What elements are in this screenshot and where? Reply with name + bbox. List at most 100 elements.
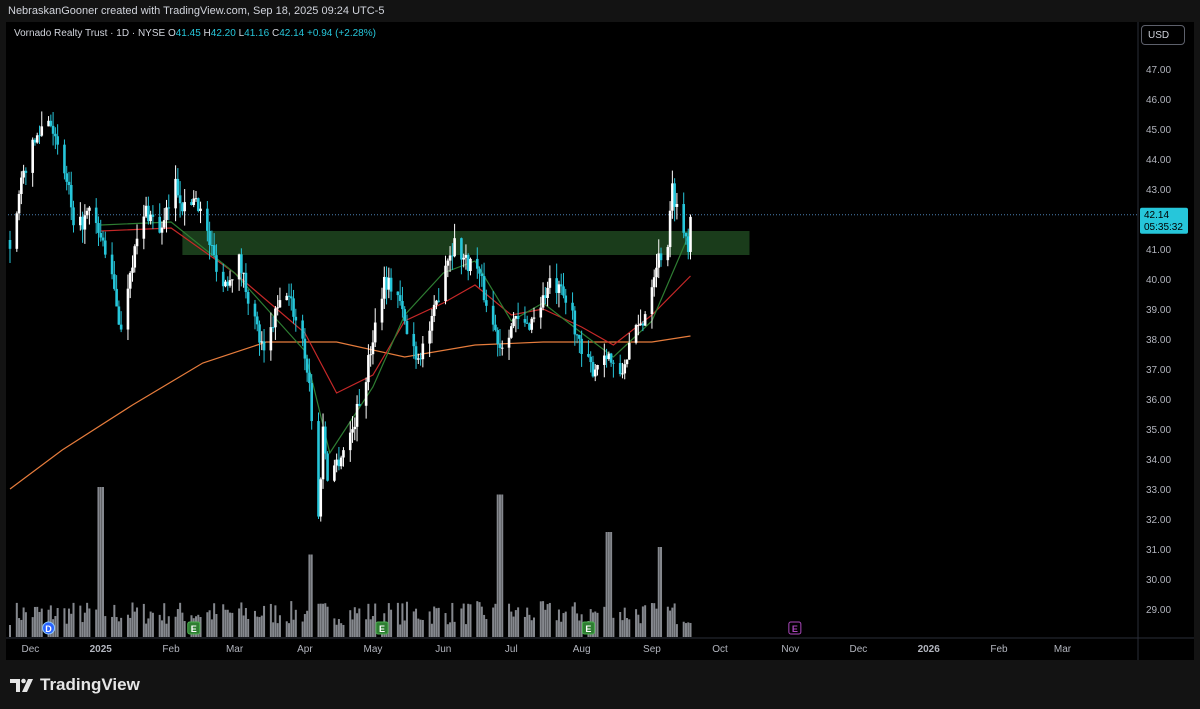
candle-body xyxy=(578,334,581,339)
volume-bar xyxy=(33,606,36,637)
candle-body xyxy=(401,300,404,310)
volume-bar xyxy=(99,487,102,637)
candle-body xyxy=(403,309,406,322)
candle-body xyxy=(514,316,518,319)
volume-bar xyxy=(612,617,615,637)
volume-bar xyxy=(253,610,256,637)
volume-bar xyxy=(639,623,642,637)
candle-body xyxy=(308,372,311,384)
price-tag-countdown: 05:35:32 xyxy=(1144,222,1183,233)
volume-bar xyxy=(113,604,116,637)
candle-body xyxy=(475,258,479,269)
volume-bar xyxy=(342,624,345,637)
volume-bar xyxy=(603,606,606,637)
candle-body xyxy=(22,170,25,178)
candle-body xyxy=(162,220,166,228)
volume-bar xyxy=(508,603,511,637)
candle-body xyxy=(417,358,420,360)
volume-bar xyxy=(115,617,118,637)
volume-bar xyxy=(272,622,275,637)
price-chart[interactable]: 29.00 30.00 31.00 32.00 33.00 34.00 35.00 36.00… xyxy=(0,0,1200,709)
candle-body xyxy=(460,238,463,260)
volume-bar xyxy=(206,612,209,637)
volume-bar xyxy=(263,605,266,637)
volume-bar xyxy=(666,606,669,637)
candle-body xyxy=(666,247,670,261)
candle-body xyxy=(480,273,484,277)
candle-body xyxy=(33,139,37,143)
candle-body xyxy=(371,342,375,355)
volume-bar xyxy=(687,622,690,637)
candle-body xyxy=(151,214,155,217)
volume-bar xyxy=(174,616,177,637)
currency-button[interactable]: USD xyxy=(1141,25,1185,45)
volume-bar xyxy=(147,618,150,637)
legend-high-label: H xyxy=(203,28,211,39)
volume-bar xyxy=(358,608,361,637)
candle-body xyxy=(668,210,672,248)
candle-body xyxy=(637,324,640,326)
y-tick-label: 29.00 xyxy=(1146,605,1171,616)
volume-bar xyxy=(24,612,27,637)
candle-body xyxy=(609,353,613,363)
legend-symbol[interactable]: Vornado Realty Trust · 1D · NYSE xyxy=(14,28,165,39)
volume-bar xyxy=(655,608,658,637)
candle-body xyxy=(539,307,543,318)
volume-bar xyxy=(20,619,23,637)
volume-bar xyxy=(151,612,154,637)
candle-body xyxy=(348,432,352,451)
volume-bar xyxy=(560,621,563,637)
candle-body xyxy=(396,291,400,296)
volume-bar xyxy=(469,604,472,637)
candle-body xyxy=(63,144,66,174)
legend-low: 41.16 xyxy=(244,28,270,39)
candle-body xyxy=(342,450,345,458)
volume-bar xyxy=(526,607,529,637)
volume-bar xyxy=(453,621,456,637)
volume-bar xyxy=(412,611,415,637)
volume-bar xyxy=(641,606,644,637)
candle-body xyxy=(147,205,150,222)
candle-body xyxy=(500,347,504,349)
candle-body xyxy=(303,338,307,359)
brand[interactable]: TradingView xyxy=(10,675,140,695)
event-label: E xyxy=(792,624,798,634)
candle-body xyxy=(8,240,12,249)
volume-bar xyxy=(67,608,70,637)
candle-body xyxy=(119,324,123,330)
event-label: E xyxy=(585,624,591,634)
candle-body xyxy=(446,260,450,266)
x-tick-label: Dec xyxy=(22,644,40,655)
candle-body xyxy=(317,421,320,517)
volume-bar xyxy=(644,605,647,637)
volume-bar xyxy=(669,610,672,637)
candle-body xyxy=(158,216,162,233)
volume-bar xyxy=(181,612,184,637)
volume-bar xyxy=(430,623,433,637)
volume-bar xyxy=(183,621,186,637)
volume-bar xyxy=(340,623,343,637)
volume-bar xyxy=(292,619,295,637)
x-tick-label: Sep xyxy=(643,644,661,655)
candle-body xyxy=(231,279,234,281)
symbol-legend: Vornado Realty Trust · 1D · NYSE O41.45 … xyxy=(14,28,376,39)
volume-bar xyxy=(260,615,263,637)
candle-body xyxy=(591,362,595,377)
candle-body xyxy=(612,362,615,364)
candle-body xyxy=(634,325,638,343)
volume-bar xyxy=(451,602,454,637)
candle-body xyxy=(607,353,611,360)
volume-bar xyxy=(419,619,422,637)
candle-body xyxy=(20,177,23,194)
candle-body xyxy=(530,318,534,330)
candle-body xyxy=(56,136,59,145)
volume-bar xyxy=(428,611,431,637)
volume-bar xyxy=(72,602,75,637)
x-axis-ticks: Dec 2025 Feb Mar Apr May Jun Jul Aug Sep Oct Nov Dec… xyxy=(22,644,1072,655)
candle-body xyxy=(555,278,558,293)
candle-body xyxy=(528,323,531,330)
volume-bar xyxy=(179,602,182,637)
volume-bar xyxy=(213,603,216,637)
volume-bar xyxy=(104,616,107,637)
candle-body xyxy=(428,330,431,344)
